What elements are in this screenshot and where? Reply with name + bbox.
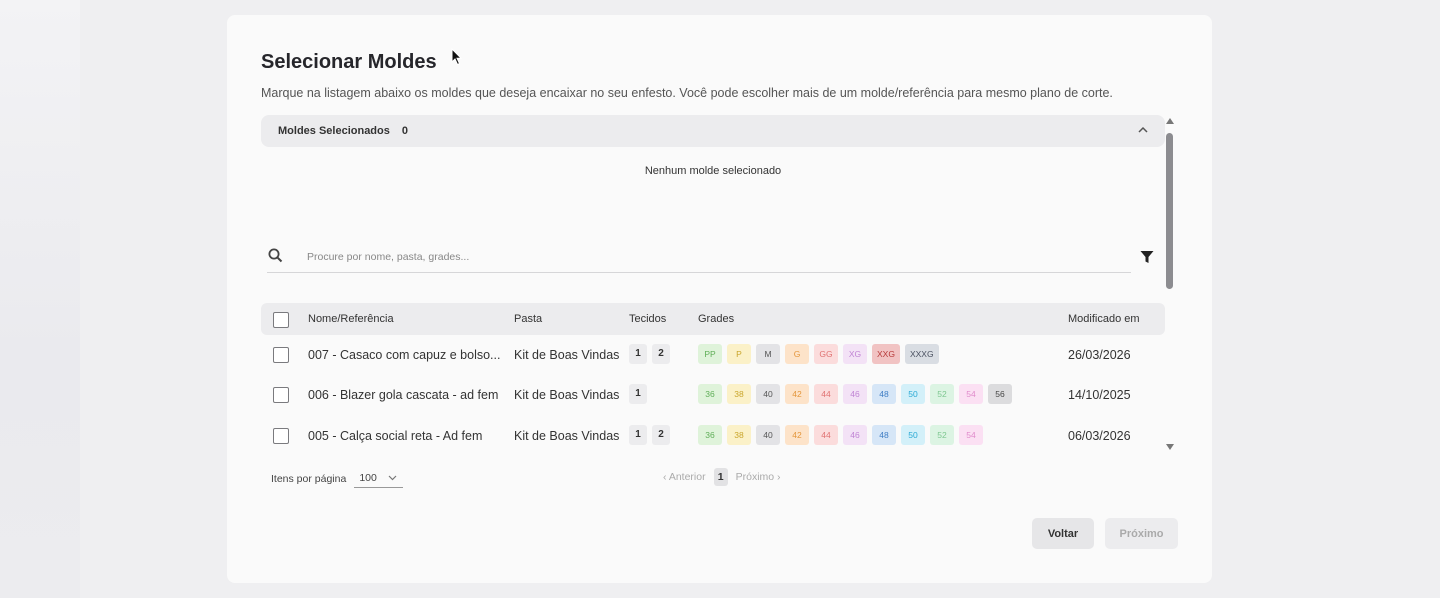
- search-input[interactable]: [307, 246, 1087, 268]
- mold-folder: Kit de Boas Vindas: [514, 388, 620, 402]
- chevron-down-icon: [388, 475, 397, 481]
- size-badge: 40: [756, 384, 780, 404]
- selected-molds-label: Moldes Selecionados: [278, 125, 390, 137]
- fabrics-list: 1: [629, 384, 647, 404]
- row-checkbox[interactable]: [273, 428, 289, 444]
- size-badge: 54: [959, 384, 983, 404]
- size-badge: 54: [959, 425, 983, 445]
- column-name-header[interactable]: Nome/Referência: [308, 313, 394, 325]
- size-badge: 48: [872, 425, 896, 445]
- modified-date: 14/10/2025: [1068, 388, 1131, 402]
- fabric-badge: 2: [652, 425, 670, 445]
- scroll-down-arrow-icon[interactable]: [1166, 443, 1174, 451]
- column-folder-header[interactable]: Pasta: [514, 313, 542, 325]
- size-badge: 36: [698, 425, 722, 445]
- select-molds-dialog: Selecionar Moldes Marque na listagem aba…: [227, 15, 1212, 583]
- search-icon: [268, 248, 283, 263]
- size-badge: 46: [843, 384, 867, 404]
- size-badge: 42: [785, 425, 809, 445]
- page-title: Selecionar Moldes: [261, 51, 437, 73]
- mold-name: 005 - Calça social reta - Ad fem: [308, 429, 483, 443]
- select-all-checkbox[interactable]: [273, 312, 289, 328]
- size-badge: XG: [843, 344, 867, 364]
- size-badge: 38: [727, 425, 751, 445]
- size-badge: 36: [698, 384, 722, 404]
- empty-selection-message: Nenhum molde selecionado: [644, 165, 782, 177]
- next-button[interactable]: Próximo: [1105, 518, 1178, 549]
- size-badge: 48: [872, 384, 896, 404]
- search-bar: [267, 243, 1131, 273]
- row-checkbox[interactable]: [273, 387, 289, 403]
- size-badge: 42: [785, 384, 809, 404]
- next-page-link[interactable]: Próximo ›: [736, 471, 781, 483]
- chevron-up-icon[interactable]: [1137, 124, 1149, 136]
- fabrics-list: 12: [629, 344, 670, 364]
- modified-date: 26/03/2026: [1068, 348, 1131, 362]
- grades-list: PP P M G GG XG XXG XXXG: [698, 344, 939, 364]
- filter-icon[interactable]: [1139, 249, 1155, 265]
- mold-name: 007 - Casaco com capuz e bolso...: [308, 348, 501, 362]
- items-per-page-value: 100: [359, 472, 377, 484]
- mold-list-scroll-area[interactable]: Moldes Selecionados 0 Nenhum molde selec…: [261, 115, 1165, 453]
- grades-list: 36 38 40 42 44 46 48 50 52 54: [698, 425, 983, 445]
- scrollbar-thumb[interactable]: [1166, 133, 1173, 289]
- size-badge: GG: [814, 344, 838, 364]
- fabric-badge: 1: [629, 344, 647, 364]
- size-badge: 56: [988, 384, 1012, 404]
- table-row[interactable]: 006 - Blazer gola cascata - ad fem Kit de…: [261, 375, 1165, 415]
- size-badge: 50: [901, 384, 925, 404]
- items-per-page-select[interactable]: 100: [354, 470, 404, 488]
- fabric-badge: 1: [629, 425, 647, 445]
- column-grades-header[interactable]: Grades: [698, 313, 734, 325]
- size-badge: 40: [756, 425, 780, 445]
- previous-page-link[interactable]: ‹ Anterior: [663, 471, 706, 483]
- table-row[interactable]: 005 - Calça social reta - Ad fem Kit de B…: [261, 416, 1165, 453]
- size-badge: 52: [930, 425, 954, 445]
- table-row[interactable]: 007 - Casaco com capuz e bolso... Kit de …: [261, 335, 1165, 375]
- size-badge: 52: [930, 384, 954, 404]
- size-badge: 44: [814, 425, 838, 445]
- size-badge: M: [756, 344, 780, 364]
- selected-molds-count: 0: [401, 125, 408, 137]
- size-badge: PP: [698, 344, 722, 364]
- background-left: [0, 0, 80, 598]
- column-modified-header[interactable]: Modificado em: [1068, 313, 1140, 325]
- table-header: Nome/Referência Pasta Tecidos Grades Mod…: [261, 303, 1165, 335]
- row-checkbox[interactable]: [273, 347, 289, 363]
- current-page-number[interactable]: 1: [713, 468, 728, 486]
- scroll-up-arrow-icon[interactable]: [1166, 117, 1174, 125]
- size-badge: 44: [814, 384, 838, 404]
- size-badge: XXXG: [904, 344, 939, 364]
- fabric-badge: 2: [652, 344, 670, 364]
- modified-date: 06/03/2026: [1068, 429, 1131, 443]
- selected-molds-header[interactable]: Moldes Selecionados 0: [261, 115, 1165, 147]
- size-badge: XXG: [872, 344, 900, 364]
- page-subtitle: Marque na listagem abaixo os moldes que …: [261, 86, 1113, 100]
- mouse-cursor-icon: [451, 48, 463, 66]
- back-button[interactable]: Voltar: [1032, 518, 1094, 549]
- mold-name: 006 - Blazer gola cascata - ad fem: [308, 388, 499, 402]
- size-badge: P: [727, 344, 751, 364]
- pagination: ‹ Anterior 1 Próximo ›: [663, 468, 781, 486]
- fabric-badge: 1: [629, 384, 647, 404]
- column-fabrics-header[interactable]: Tecidos: [629, 313, 666, 325]
- size-badge: 50: [901, 425, 925, 445]
- items-per-page: Itens por página 100: [271, 470, 404, 488]
- grades-list: 36 38 40 42 44 46 48 50 52 54 56: [698, 384, 1012, 404]
- size-badge: G: [785, 344, 809, 364]
- size-badge: 38: [727, 384, 751, 404]
- mold-folder: Kit de Boas Vindas: [514, 429, 620, 443]
- vertical-scrollbar[interactable]: [1165, 117, 1175, 453]
- fabrics-list: 12: [629, 425, 670, 445]
- items-per-page-label: Itens por página: [271, 473, 347, 485]
- mold-folder: Kit de Boas Vindas: [514, 348, 620, 362]
- size-badge: 46: [843, 425, 867, 445]
